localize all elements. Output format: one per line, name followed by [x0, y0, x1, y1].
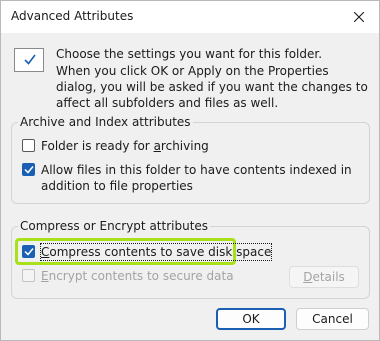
- allow-indexing-checkbox[interactable]: Allow files in this folder to have conte…: [22, 162, 362, 194]
- encrypt-contents-label: Encrypt contents to secure data: [41, 269, 234, 283]
- allow-indexing-label: Allow files in this folder to have conte…: [41, 163, 352, 193]
- checkmark-icon: [24, 166, 34, 174]
- folder-ready-archiving-checkbox[interactable]: Folder is ready for archiving: [22, 138, 209, 154]
- compress-encrypt-group-label: Compress or Encrypt attributes: [18, 219, 211, 233]
- checkbox-box[interactable]: [22, 139, 35, 152]
- checkbox-box[interactable]: [22, 269, 35, 282]
- dialog-description: Choose the settings you want for this fo…: [56, 46, 368, 111]
- compress-contents-label: Compress contents to save disk space: [39, 243, 273, 261]
- close-button[interactable]: [339, 1, 379, 33]
- note-text: When you click OK or Apply on the Proper…: [56, 64, 368, 110]
- checkbox-box[interactable]: [22, 163, 35, 176]
- details-button[interactable]: Details: [289, 266, 359, 288]
- window-title: Advanced Attributes: [11, 9, 134, 23]
- folder-ready-archiving-label: Folder is ready for archiving: [41, 139, 209, 153]
- archive-index-group-label: Archive and Index attributes: [18, 115, 193, 129]
- title-bar: Advanced Attributes: [1, 1, 379, 33]
- intro-text: Choose the settings you want for this fo…: [56, 47, 323, 61]
- ok-button[interactable]: OK: [216, 308, 286, 330]
- checkbox-box[interactable]: [22, 245, 35, 258]
- encrypt-contents-checkbox[interactable]: Encrypt contents to secure data: [22, 268, 234, 284]
- advanced-attributes-dialog: Advanced Attributes Choose the settings …: [0, 0, 380, 341]
- folder-check-icon: [14, 48, 44, 72]
- close-icon: [354, 12, 364, 22]
- checkmark-icon: [24, 248, 34, 256]
- compress-contents-checkbox[interactable]: Compress contents to save disk space: [22, 243, 273, 261]
- cancel-button[interactable]: Cancel: [296, 308, 369, 330]
